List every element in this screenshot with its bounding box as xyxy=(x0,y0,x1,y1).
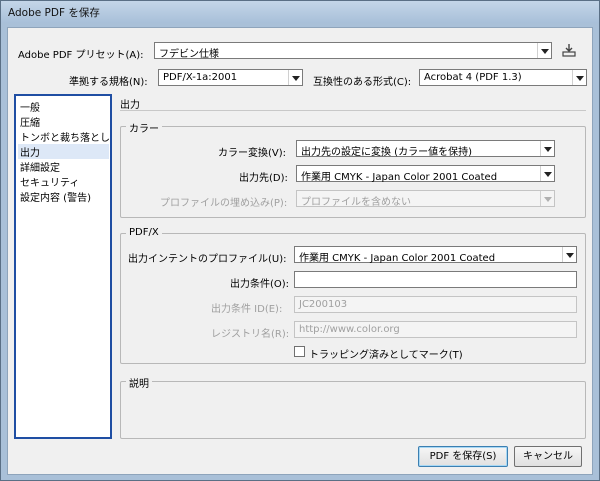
condition-id-input[interactable]: JC200103 xyxy=(294,296,577,313)
trapped-checkbox[interactable] xyxy=(294,346,305,357)
chevron-down-icon xyxy=(562,247,576,262)
chevron-down-icon xyxy=(540,141,554,156)
sidebar-item-output[interactable]: 出力 xyxy=(18,144,109,159)
save-preset-icon[interactable] xyxy=(560,41,578,59)
condition-label: 出力条件(O): xyxy=(230,279,290,290)
destination-value: 作業用 CMYK - Japan Color 2001 Coated xyxy=(301,172,498,183)
section-divider xyxy=(120,110,586,111)
standard-value: PDF/X-1a:2001 xyxy=(163,72,238,83)
destination-select[interactable]: 作業用 CMYK - Japan Color 2001 Coated xyxy=(296,165,555,183)
trapped-label[interactable]: トラッピング済みとしてマーク(T) xyxy=(309,346,463,361)
preset-select[interactable]: フデビン仕様 xyxy=(154,42,552,60)
preset-value: フデビン仕様 xyxy=(159,49,219,60)
chevron-down-icon xyxy=(572,70,586,85)
registry-value: http://www.color.org xyxy=(299,324,400,335)
color-conversion-label: カラー変換(V): xyxy=(218,148,287,159)
description-group-title: 説明 xyxy=(126,375,152,390)
color-group-title: カラー xyxy=(126,120,162,135)
sidebar-item-compression[interactable]: 圧縮 xyxy=(18,114,109,129)
sidebar-item-marks-bleeds[interactable]: トンボと裁ち落とし xyxy=(18,129,109,144)
profile-inclusion-value: プロファイルを含めない xyxy=(301,197,411,208)
chevron-down-icon xyxy=(537,43,551,58)
standard-select[interactable]: PDF/X-1a:2001 xyxy=(158,69,303,86)
cancel-button[interactable]: キャンセル xyxy=(514,446,582,467)
intent-profile-select[interactable]: 作業用 CMYK - Japan Color 2001 Coated xyxy=(294,246,577,264)
title-bar: Adobe PDF を保存 xyxy=(1,1,599,23)
description-group xyxy=(120,381,586,439)
dialog-body: Adobe PDF プリセット(A): フデビン仕様 準拠する規格(N): PD… xyxy=(7,27,593,475)
registry-input[interactable]: http://www.color.org xyxy=(294,321,577,338)
intent-profile-value: 作業用 CMYK - Japan Color 2001 Coated xyxy=(299,253,496,264)
compat-select[interactable]: Acrobat 4 (PDF 1.3) xyxy=(419,69,587,86)
section-title: 出力 xyxy=(120,100,140,111)
registry-label: レジストリ名(R): xyxy=(211,329,290,340)
intent-profile-label: 出力インテントのプロファイル(U): xyxy=(128,254,287,265)
color-conversion-value: 出力先の設定に変換 (カラー値を保持) xyxy=(301,147,472,158)
destination-label: 出力先(D): xyxy=(239,173,288,184)
sidebar-item-summary[interactable]: 設定内容 (警告) xyxy=(18,189,109,204)
profile-inclusion-label: プロファイルの埋め込み(P): xyxy=(160,198,288,209)
condition-id-label: 出力条件 ID(E): xyxy=(211,304,283,315)
sidebar-item-general[interactable]: 一般 xyxy=(18,99,109,114)
condition-input[interactable] xyxy=(294,271,577,288)
condition-id-value: JC200103 xyxy=(299,299,348,310)
chevron-down-icon xyxy=(288,70,302,85)
chevron-down-icon xyxy=(540,191,554,206)
compat-value: Acrobat 4 (PDF 1.3) xyxy=(424,72,522,83)
standard-label: 準拠する規格(N): xyxy=(69,77,148,88)
compat-label: 互換性のある形式(C): xyxy=(313,77,412,88)
save-pdf-button[interactable]: PDF を保存(S) xyxy=(418,446,508,467)
preset-label: Adobe PDF プリセット(A): xyxy=(18,50,144,61)
sidebar-item-advanced[interactable]: 詳細設定 xyxy=(18,159,109,174)
pdfx-group-title: PDF/X xyxy=(126,227,162,238)
chevron-down-icon xyxy=(540,166,554,181)
color-conversion-select[interactable]: 出力先の設定に変換 (カラー値を保持) xyxy=(296,140,555,158)
window-title: Adobe PDF を保存 xyxy=(8,7,100,19)
save-pdf-dialog: Adobe PDF を保存 Adobe PDF プリセット(A): フデビン仕様… xyxy=(0,0,600,481)
category-list: 一般 圧縮 トンボと裁ち落とし 出力 詳細設定 セキュリティ 設定内容 (警告) xyxy=(14,94,112,439)
profile-inclusion-select[interactable]: プロファイルを含めない xyxy=(296,190,555,208)
sidebar-item-security[interactable]: セキュリティ xyxy=(18,174,109,189)
